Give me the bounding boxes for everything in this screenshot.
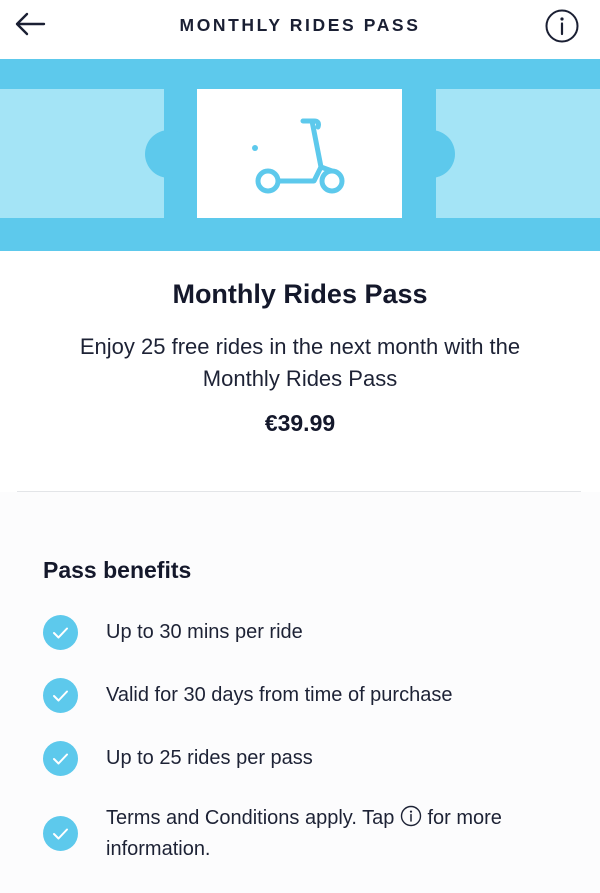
terms-text: Terms and Conditions apply. Tap xyxy=(106,807,395,829)
benefit-item: Up to 30 mins per ride xyxy=(43,615,563,651)
info-button[interactable] xyxy=(544,8,580,44)
info-circle-icon[interactable] xyxy=(400,805,422,827)
benefit-item: Terms and Conditions apply. Tap for more… xyxy=(43,803,563,869)
benefit-text: Up to 30 mins per ride xyxy=(106,621,303,643)
benefit-text: Up to 25 rides per pass xyxy=(106,747,313,769)
benefits-heading: Pass benefits xyxy=(43,557,192,583)
benefit-item: Valid for 30 days from time of purchase xyxy=(43,678,563,714)
check-circle-icon xyxy=(43,678,78,713)
pass-banner xyxy=(0,59,600,251)
top-bar: MONTHLY RIDES PASS xyxy=(0,0,600,58)
benefit-text: Valid for 30 days from time of purchase xyxy=(106,684,453,706)
info-circle-icon xyxy=(545,9,579,43)
check-circle-icon xyxy=(43,615,78,650)
check-circle-icon xyxy=(43,741,78,776)
pass-title: Monthly Rides Pass xyxy=(172,279,428,309)
benefit-text-terms: Terms and Conditions apply. Tap for more… xyxy=(106,803,526,865)
check-circle-icon xyxy=(43,816,78,851)
pass-description: Enjoy 25 free rides in the next month wi… xyxy=(79,334,521,391)
benefit-item: Up to 25 rides per pass xyxy=(43,741,563,777)
pass-price: €39.99 xyxy=(264,410,336,436)
page-title: MONTHLY RIDES PASS xyxy=(179,15,421,35)
ticket-with-scooter-icon xyxy=(0,59,600,251)
